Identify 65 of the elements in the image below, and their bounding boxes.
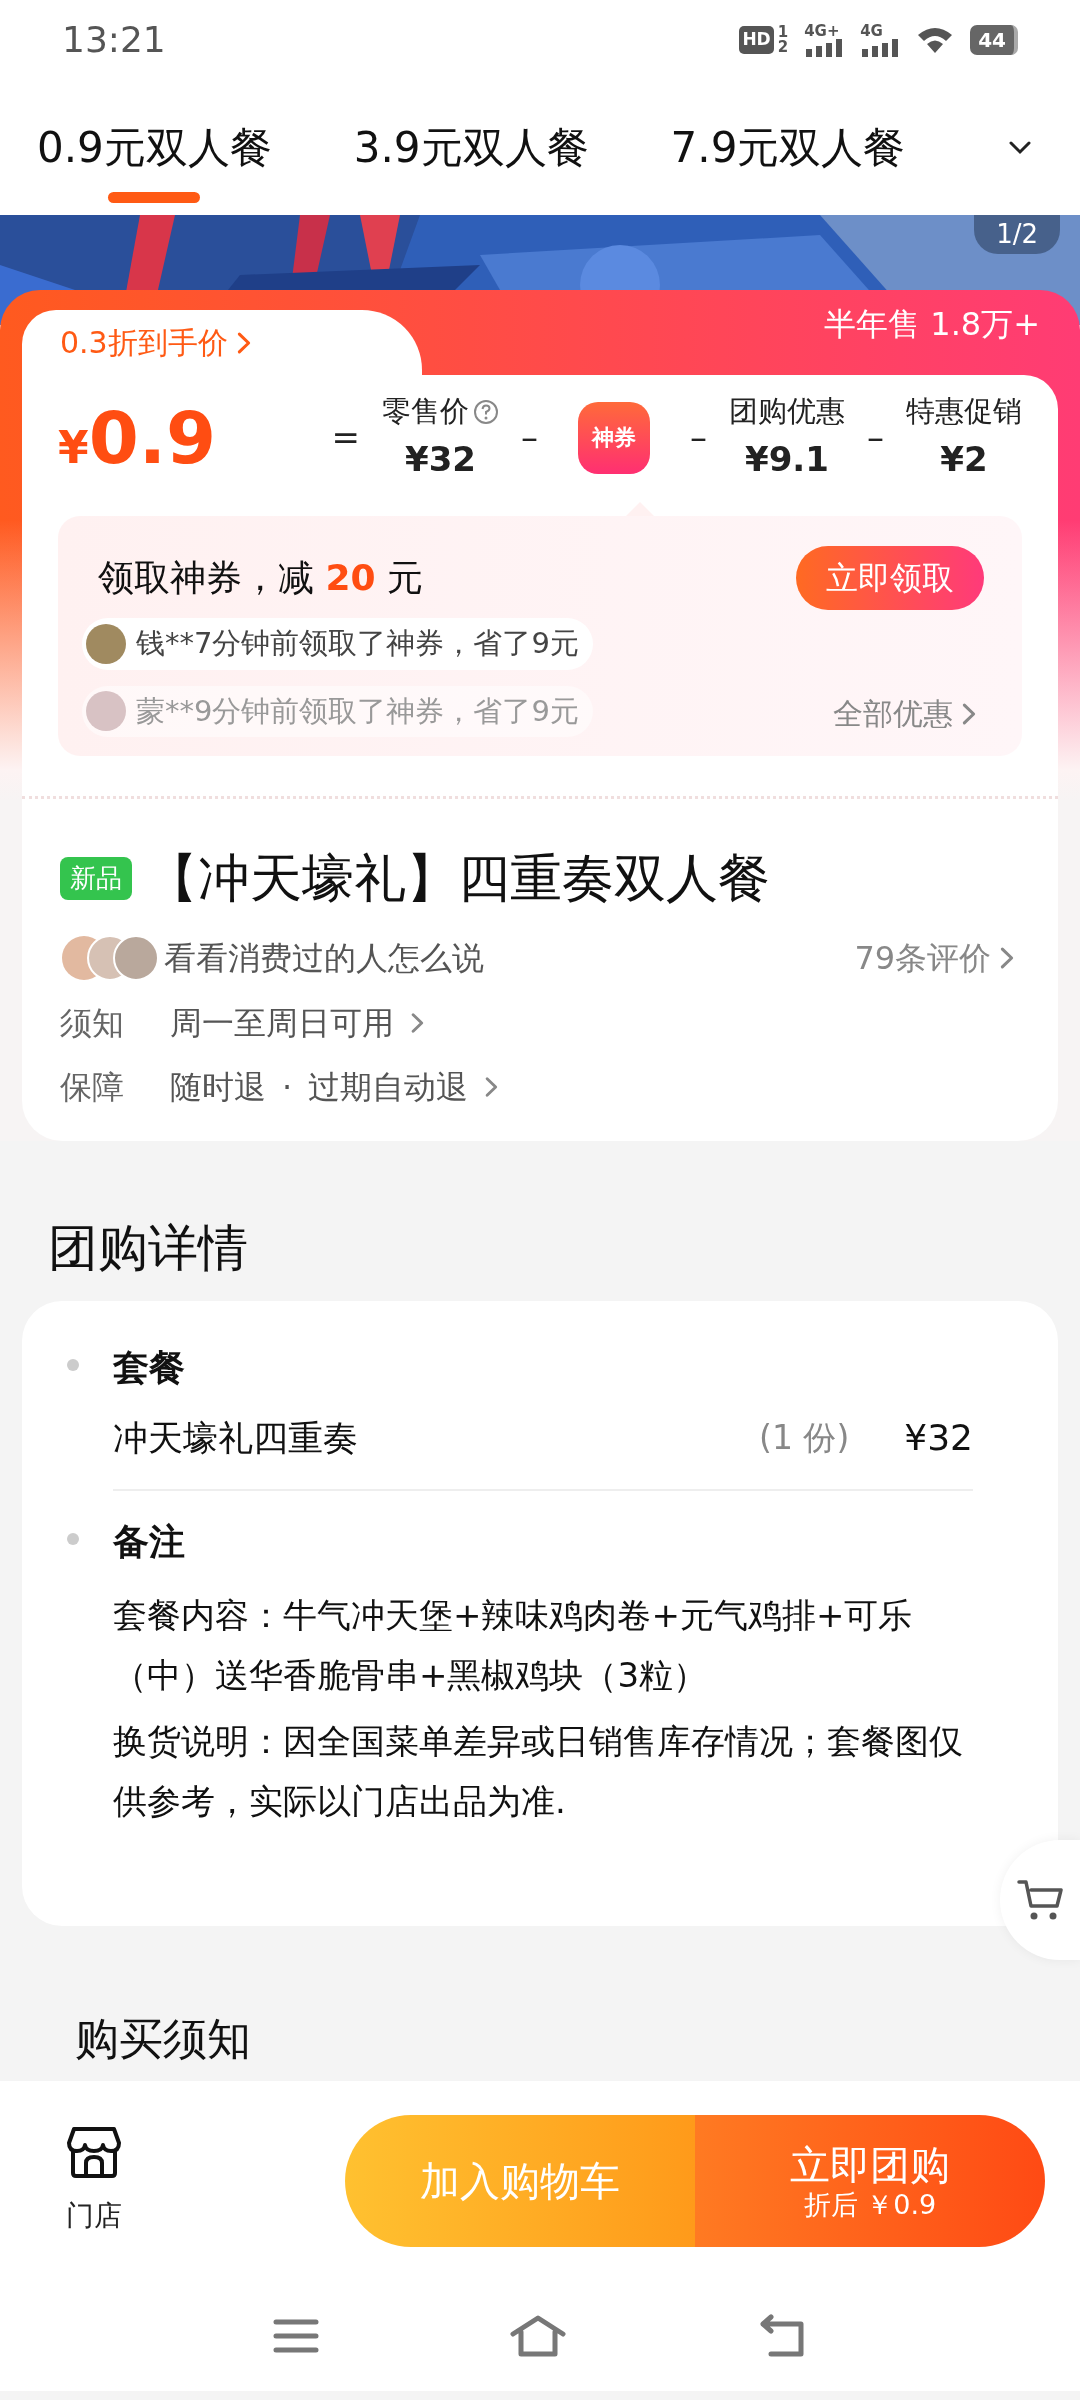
coupon-logo: 神券 [578, 401, 650, 474]
item-price: ¥32 [904, 1416, 973, 1460]
price-value: ¥32 [405, 437, 476, 481]
bullet-dot [67, 1359, 79, 1371]
item-quantity: (1 份) [759, 1417, 850, 1460]
price-label: 团购优惠 [729, 393, 845, 431]
note-paragraph: 换货说明：因全国菜单差异或日销售库存情况；套餐图仅供参考，实际以门店出品为准. [113, 1720, 964, 1823]
price-label: 特惠促销 [906, 393, 1022, 431]
tab[interactable]: 3.9元双人餐 [353, 80, 589, 215]
signal-icon [860, 38, 901, 57]
detail-heading: 套餐 [113, 1346, 186, 1390]
operator-sign: = [330, 416, 361, 459]
note-paragraph: 套餐内容：牛气冲天堡+辣味鸡肉卷+元气鸡排+可乐（中）送华香脆骨串+黑椒鸡块（3粒） [113, 1594, 914, 1697]
review-count-link[interactable]: 79条评价 [848, 933, 1022, 983]
page-indicator: 1/2 [974, 215, 1060, 254]
chevron-icon [410, 1010, 426, 1036]
operator-sign: – [689, 416, 708, 459]
coupon-title: 领取神券，减 20 元 [98, 556, 423, 600]
section-heading: 团购详情 [47, 1218, 249, 1279]
tab[interactable]: 0.9元双人餐 [37, 80, 272, 215]
product-title: 【冲天壕礼】四重奏双人餐 [146, 847, 770, 910]
operator-sign: – [520, 416, 539, 459]
status-time: 13:21 [62, 18, 166, 62]
operator-sign: – [866, 416, 885, 459]
chevron-down-icon [1008, 140, 1032, 156]
reviews-prompt: 看看消费过的人怎么说 [164, 938, 484, 979]
wifi-icon [916, 25, 955, 55]
note-label: 须知 [60, 1003, 125, 1044]
sim-slot-label: 2 [777, 40, 789, 55]
price-value: ¥9.1 [745, 437, 829, 481]
hd-indicator: HD [739, 26, 774, 54]
activity-message: 钱**7分钟前领取了神券，省了9元 [82, 618, 593, 670]
avatar [86, 691, 126, 732]
store-icon [66, 2125, 122, 2179]
sales-count: 半年售 1.8万+ [824, 304, 1041, 345]
note-link[interactable]: 随时退 · 过期自动退 [170, 1063, 500, 1111]
new-tag: 新品 [60, 856, 132, 900]
note-link[interactable]: 周一至周日可用 [170, 999, 426, 1047]
tab[interactable]: 7.9元双人餐 [670, 80, 906, 215]
cart-button[interactable] [1000, 1840, 1080, 1960]
cart-icon [1017, 1878, 1063, 1922]
detail-heading: 备注 [113, 1520, 186, 1564]
home-icon [509, 2314, 567, 2358]
note-label: 保障 [60, 1067, 125, 1108]
section-heading: 购买须知 [74, 2012, 252, 2066]
final-price: ¥0.9 [58, 401, 217, 474]
chevron-icon [999, 944, 1016, 972]
network-label: 4G [860, 23, 883, 39]
item-name: 冲天壕礼四重奏 [113, 1416, 358, 1460]
signal-icon [804, 38, 845, 57]
store-button[interactable]: 门店 [60, 2124, 128, 2238]
back-icon [757, 2314, 807, 2358]
price-value: ¥2 [940, 437, 988, 481]
network-label: 4G+ [804, 23, 840, 39]
final-price-label: 0.3折到手价 [60, 324, 228, 362]
help-icon [473, 399, 499, 425]
menu-icon [273, 2317, 319, 2355]
battery-level: 44 [970, 25, 1018, 55]
bullet-dot [67, 1533, 79, 1545]
avatar-group-icon [60, 934, 160, 982]
chevron-icon [484, 1074, 500, 1100]
activity-message: 蒙**9分钟前领取了神券，省了9元 [82, 685, 593, 737]
avatar [86, 623, 126, 664]
sim-slot-label: 1 [777, 25, 789, 40]
price-label: 零售价 [382, 393, 469, 431]
